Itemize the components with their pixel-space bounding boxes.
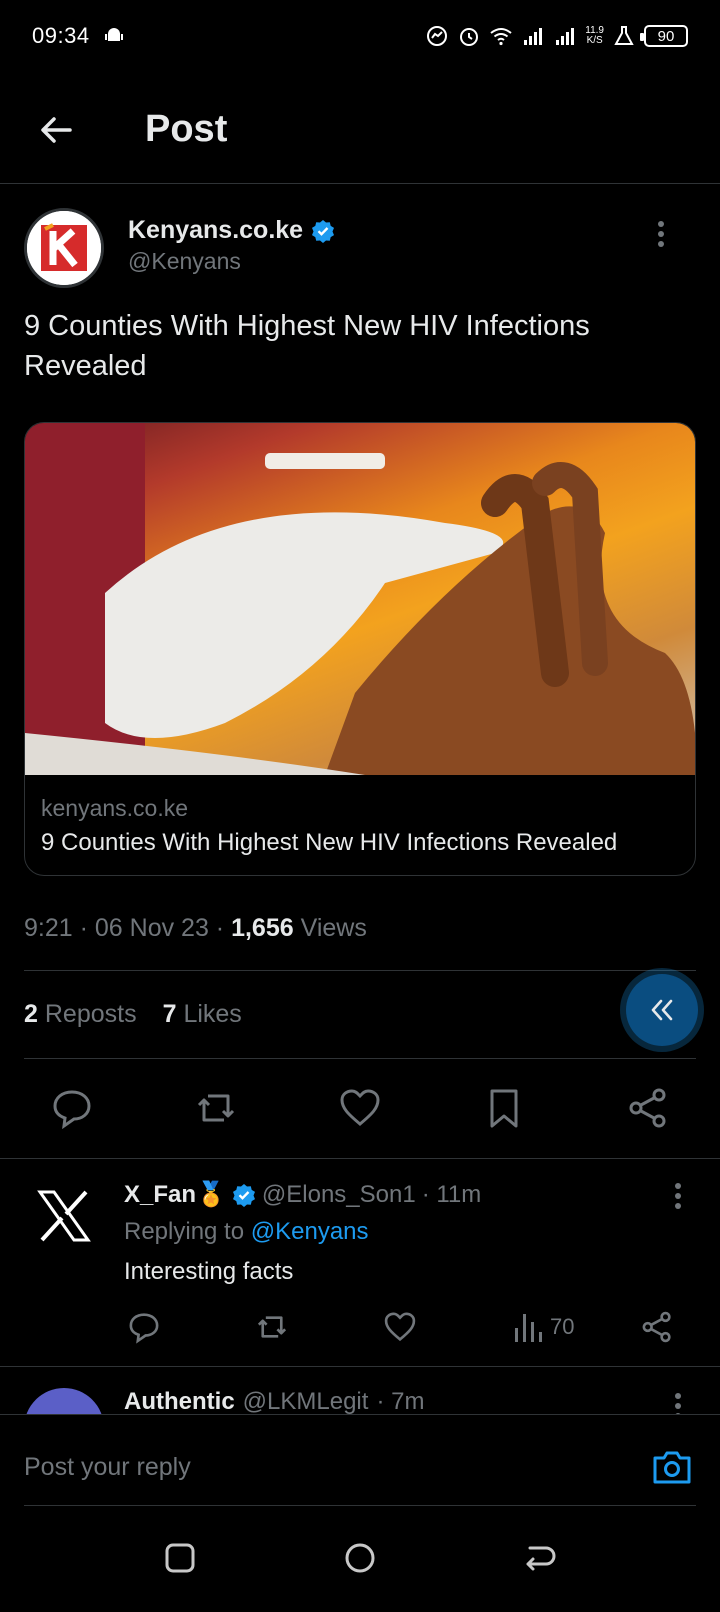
reply-time: · 7m	[376, 1388, 425, 1415]
verified-badge-icon	[232, 1183, 255, 1207]
share-icon[interactable]	[626, 1086, 670, 1130]
reply-icon[interactable]	[50, 1086, 94, 1130]
likes-label: Likes	[183, 1000, 242, 1028]
author-handle[interactable]: @Kenyans	[128, 248, 241, 275]
link-title: 9 Counties With Highest New HIV Infectio…	[41, 829, 618, 856]
post-time: 9:21	[24, 914, 73, 942]
messenger-icon	[427, 26, 448, 46]
reply-author-name[interactable]: X_Fan🏅	[124, 1180, 226, 1209]
composer-underline	[24, 1505, 696, 1506]
reply-author-handle[interactable]: @LKMLegit	[243, 1388, 369, 1416]
flask-icon	[614, 26, 634, 45]
link-preview-image[interactable]	[25, 423, 695, 775]
home-circle-icon[interactable]	[342, 1540, 378, 1576]
reply-repost-icon[interactable]	[255, 1310, 289, 1344]
android-debug-icon	[104, 28, 123, 41]
alarm-icon	[460, 28, 479, 46]
kenyans-logo-icon	[27, 211, 101, 285]
views-label: Views	[300, 914, 367, 942]
battery-level: 90	[657, 27, 675, 45]
reposts-label: Reposts	[44, 1000, 137, 1028]
replying-to: Replying to @Kenyans	[124, 1218, 369, 1246]
like-heart-icon[interactable]	[338, 1086, 382, 1130]
divider	[0, 1366, 720, 1367]
divider	[0, 1158, 720, 1159]
reposts-count: 2	[24, 1000, 38, 1028]
top-app-bar: Post	[0, 72, 720, 184]
post-timestamp-views: 9:21 · 06 Nov 23 · 1,656 Views	[24, 914, 367, 942]
reply-comment-icon[interactable]	[127, 1310, 161, 1344]
back-arrow-icon[interactable]	[36, 110, 76, 150]
bookmark-icon[interactable]	[482, 1086, 526, 1130]
reply-more-options-icon[interactable]	[674, 1182, 682, 1210]
likes-count: 7	[162, 1000, 177, 1028]
reply-time: · 11m	[421, 1180, 482, 1208]
camera-icon[interactable]	[652, 1449, 692, 1485]
network-speed: 11.9 K/S	[585, 26, 604, 46]
likes-stat[interactable]: 7 Likes	[163, 1000, 242, 1029]
author-name[interactable]: Kenyans.co.ke	[128, 216, 303, 245]
divider	[24, 1058, 696, 1059]
post-date: 06 Nov 23	[94, 914, 209, 942]
reply-header: Authentic @LKMLegit · 7m	[124, 1388, 424, 1416]
signal-icon-2	[556, 28, 575, 45]
author-avatar[interactable]	[24, 208, 104, 288]
reply-views-count: 70	[550, 1314, 575, 1339]
more-options-icon[interactable]	[657, 220, 665, 248]
x-logo-avatar[interactable]	[36, 1188, 92, 1244]
repost-icon[interactable]	[194, 1086, 238, 1130]
verified-badge-icon	[312, 219, 335, 243]
engagement-stats: 2 Reposts 7 Likes	[24, 1000, 242, 1029]
reply-input[interactable]: Post your reply	[24, 1453, 191, 1482]
link-domain: kenyans.co.ke	[41, 795, 189, 821]
views-count: 1,656	[231, 914, 294, 942]
speed-unit: K/S	[586, 35, 603, 46]
views-chart-icon[interactable]	[512, 1310, 546, 1344]
floating-action-button[interactable]	[626, 974, 698, 1046]
double-chevron-left-icon	[651, 999, 673, 1021]
reply-author-handle[interactable]: @Elons_Son1	[262, 1181, 416, 1209]
status-time: 09:34	[32, 23, 90, 48]
reply-author-name[interactable]: Authentic	[124, 1388, 235, 1416]
post-actions	[0, 1086, 720, 1134]
page-title: Post	[145, 108, 228, 150]
system-navigation-bar	[0, 1510, 720, 1612]
reply-composer[interactable]: Post your reply	[0, 1414, 720, 1506]
status-bar: 09:34 11.9 K/S 90	[0, 0, 720, 72]
wifi-icon	[490, 28, 512, 46]
reply-like-icon[interactable]	[383, 1310, 417, 1344]
post-text: 9 Counties With Highest New HIV Infectio…	[24, 310, 590, 382]
reply-share-icon[interactable]	[640, 1310, 674, 1344]
hiv-test-photo	[25, 423, 695, 775]
link-preview-card[interactable]: kenyans.co.ke 9 Counties With Highest Ne…	[24, 422, 696, 876]
reply-text: Interesting facts	[124, 1258, 294, 1285]
back-gesture-icon[interactable]	[522, 1540, 558, 1576]
signal-icon	[524, 28, 543, 45]
status-icons: 11.9 K/S 90	[425, 24, 688, 48]
divider	[24, 970, 696, 971]
reply-header: X_Fan🏅 @Elons_Son1 · 11m	[124, 1180, 481, 1209]
replying-to-handle[interactable]: @Kenyans	[251, 1218, 369, 1245]
replying-prefix: Replying to	[124, 1218, 245, 1245]
author-name-row[interactable]: Kenyans.co.ke	[128, 216, 335, 245]
recents-square-icon[interactable]	[162, 1540, 198, 1576]
battery-indicator: 90	[640, 25, 688, 47]
reposts-stat[interactable]: 2 Reposts	[24, 1000, 137, 1029]
